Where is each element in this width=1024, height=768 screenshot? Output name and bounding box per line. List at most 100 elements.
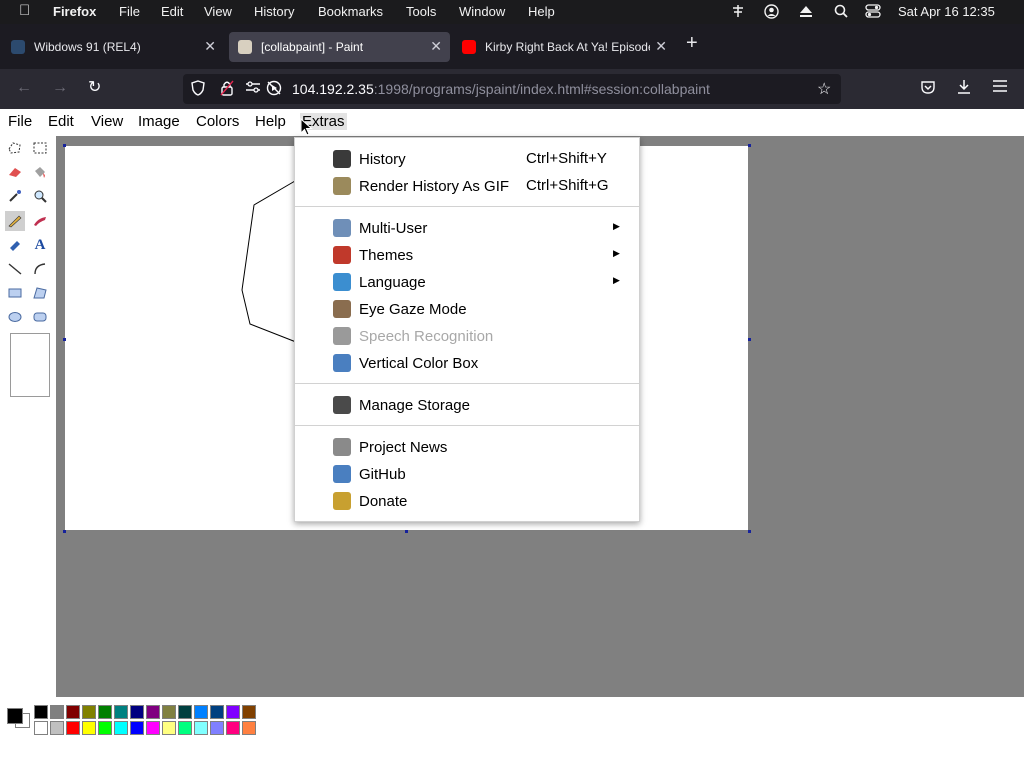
tracking-protection-shield-icon[interactable] [191, 80, 205, 99]
url-text[interactable]: 104.192.2.35:1998/programs/jspaint/index… [292, 81, 710, 97]
mac-menu-view[interactable]: View [204, 4, 232, 19]
airbrush-icon[interactable] [5, 235, 25, 255]
resize-handle[interactable] [63, 144, 66, 147]
free-form-select-icon[interactable] [5, 138, 25, 158]
resize-handle[interactable] [63, 530, 66, 533]
tab-close-icon[interactable]: ✕ [204, 38, 216, 55]
palette-swatch[interactable] [242, 705, 256, 719]
palette-swatch[interactable] [146, 721, 160, 735]
resize-handle[interactable] [405, 530, 408, 533]
paint-menu-image[interactable]: Image [136, 113, 182, 130]
palette-swatch[interactable] [226, 705, 240, 719]
url-bar[interactable]: 104.192.2.35:1998/programs/jspaint/index… [183, 74, 841, 104]
line-tool-icon[interactable] [5, 259, 25, 279]
hamburger-menu-icon[interactable] [992, 79, 1008, 98]
palette-swatch[interactable] [130, 705, 144, 719]
resize-handle[interactable] [748, 144, 751, 147]
palette-swatch[interactable] [98, 705, 112, 719]
paint-menu-edit[interactable]: Edit [46, 113, 76, 130]
palette-swatch[interactable] [114, 705, 128, 719]
palette-swatch[interactable] [162, 721, 176, 735]
palette-swatch[interactable] [178, 705, 192, 719]
mac-menu-bookmarks[interactable]: Bookmarks [318, 4, 383, 19]
palette-swatch[interactable] [66, 721, 80, 735]
menu-item-themes[interactable]: Themes ▶ [295, 242, 639, 269]
polygon-tool-icon[interactable] [30, 283, 50, 303]
new-tab-button[interactable]: + [686, 32, 698, 55]
palette-swatch[interactable] [194, 721, 208, 735]
mac-menu-history[interactable]: History [254, 4, 294, 19]
tab-collabpaint[interactable]: [collabpaint] - Paint ✕ [229, 32, 450, 62]
palette-swatch[interactable] [98, 721, 112, 735]
curve-tool-icon[interactable] [30, 259, 50, 279]
rect-select-icon[interactable] [30, 138, 50, 158]
menu-item-vertical-color-box[interactable]: Vertical Color Box [295, 350, 639, 377]
palette-swatch[interactable] [130, 721, 144, 735]
magnifier-icon[interactable] [30, 186, 50, 206]
back-button[interactable]: ← [16, 79, 32, 97]
tab-close-icon[interactable]: ✕ [430, 38, 442, 55]
permissions-icon[interactable] [245, 80, 261, 97]
paint-menu-help[interactable]: Help [253, 113, 288, 130]
paint-menu-colors[interactable]: Colors [194, 113, 241, 130]
pocket-icon[interactable] [920, 79, 936, 100]
palette-swatch[interactable] [50, 721, 64, 735]
palette-swatch[interactable] [146, 705, 160, 719]
menu-item-manage-storage[interactable]: Manage Storage [295, 392, 639, 419]
rounded-rect-tool-icon[interactable] [30, 307, 50, 327]
autoplay-blocked-icon[interactable] [266, 80, 282, 99]
mac-menu-app-name[interactable]: Firefox [53, 4, 96, 19]
palette-swatch[interactable] [50, 705, 64, 719]
ellipse-tool-icon[interactable] [5, 307, 25, 327]
tab-wibdows-91[interactable]: Wibdows 91 (REL4) ✕ [2, 32, 224, 62]
palette-swatch[interactable] [242, 721, 256, 735]
menu-item-github[interactable]: GitHub [295, 461, 639, 488]
menu-item-language[interactable]: Language ▶ [295, 269, 639, 296]
mac-menu-window[interactable]: Window [459, 4, 505, 19]
palette-swatch[interactable] [82, 705, 96, 719]
primary-color-swatch[interactable] [7, 708, 23, 724]
tab-kirby-video[interactable]: Kirby Right Back At Ya! Episode ✕ [453, 32, 675, 62]
palette-swatch[interactable] [194, 705, 208, 719]
rectangle-tool-icon[interactable] [5, 283, 25, 303]
palette-swatch[interactable] [210, 705, 224, 719]
palette-swatch[interactable] [162, 705, 176, 719]
menu-bar-clock[interactable]: Sat Apr 16 12:35 [898, 4, 995, 19]
palette-swatch[interactable] [34, 705, 48, 719]
palette-swatch[interactable] [114, 721, 128, 735]
mac-menu-edit[interactable]: Edit [161, 4, 183, 19]
forward-button[interactable]: → [52, 79, 68, 97]
control-center-icon[interactable] [865, 4, 881, 21]
palette-swatch[interactable] [82, 721, 96, 735]
menu-item-eye-gaze-mode[interactable]: Eye Gaze Mode [295, 296, 639, 323]
tab-close-icon[interactable]: ✕ [655, 38, 667, 55]
network-status-icon[interactable] [731, 4, 745, 21]
eyedropper-icon[interactable] [5, 186, 25, 206]
pencil-icon[interactable] [5, 211, 25, 231]
spotlight-search-icon[interactable] [834, 4, 848, 21]
menu-item-donate[interactable]: Donate [295, 488, 639, 515]
eraser-icon[interactable] [5, 162, 25, 182]
mac-menu-file[interactable]: File [119, 4, 140, 19]
palette-swatch[interactable] [226, 721, 240, 735]
user-account-icon[interactable] [764, 4, 779, 22]
palette-swatch[interactable] [66, 705, 80, 719]
paint-menu-file[interactable]: File [6, 113, 34, 130]
text-tool-icon[interactable]: A [30, 235, 50, 255]
insecure-lock-icon[interactable] [220, 80, 234, 99]
resize-handle[interactable] [63, 338, 66, 341]
resize-handle[interactable] [748, 338, 751, 341]
palette-swatch[interactable] [210, 721, 224, 735]
mac-menu-help[interactable]: Help [528, 4, 555, 19]
tool-options-box[interactable] [10, 333, 50, 397]
bookmark-star-icon[interactable]: ☆ [817, 79, 831, 99]
brush-icon[interactable] [30, 211, 50, 231]
resize-handle[interactable] [748, 530, 751, 533]
apple-icon[interactable]:  [19, 2, 30, 19]
reload-button[interactable]: ↻ [88, 77, 101, 97]
menu-item-multi-user[interactable]: Multi-User ▶ [295, 215, 639, 242]
fill-bucket-icon[interactable] [30, 162, 50, 182]
downloads-icon[interactable] [956, 79, 972, 100]
palette-swatch[interactable] [178, 721, 192, 735]
eject-icon[interactable] [799, 4, 813, 21]
